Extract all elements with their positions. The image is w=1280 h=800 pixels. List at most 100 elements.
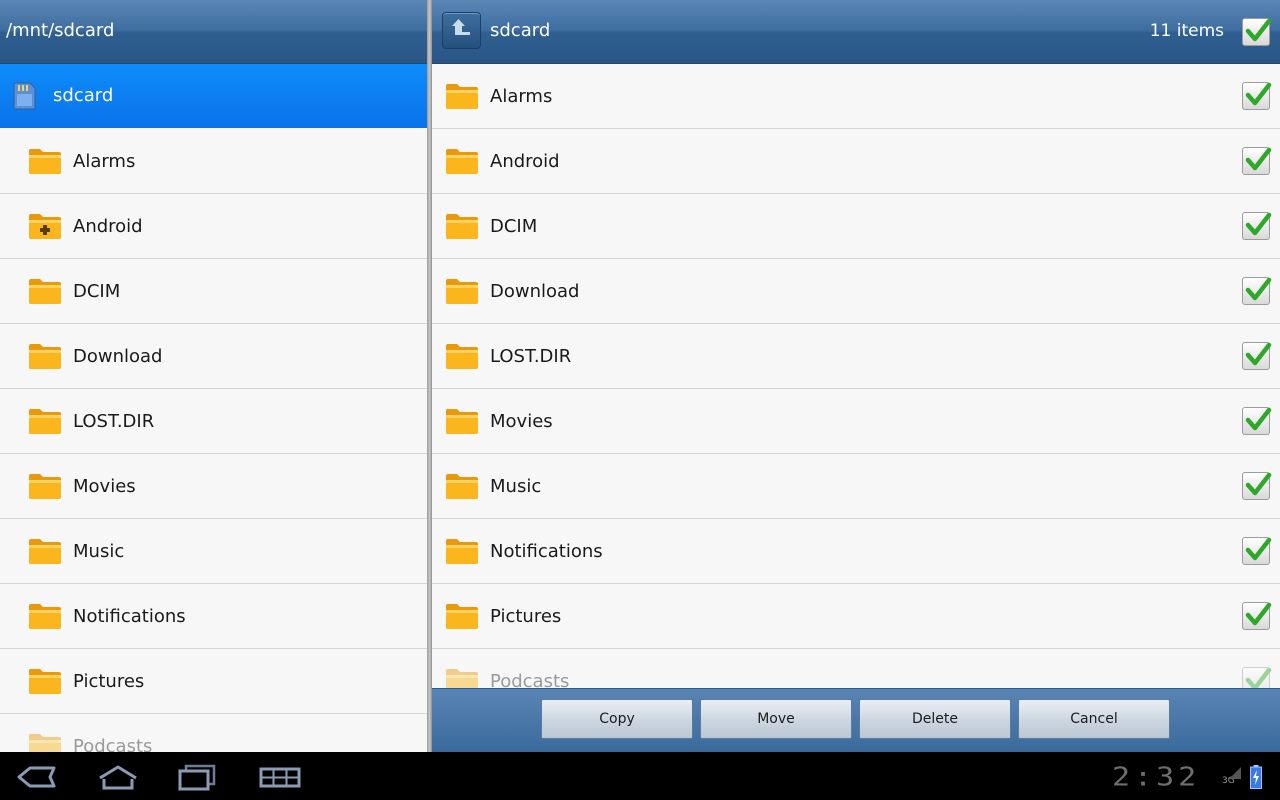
item-checkbox[interactable] bbox=[1242, 407, 1272, 435]
item-checkbox[interactable] bbox=[1242, 472, 1272, 500]
tree-item-label: Music bbox=[73, 541, 125, 562]
tree-item-label: Alarms bbox=[73, 151, 136, 172]
tree-root-label: sdcard bbox=[53, 85, 114, 106]
folder-icon bbox=[446, 604, 478, 629]
folder-icon bbox=[29, 149, 61, 174]
up-arrow-icon bbox=[452, 19, 470, 35]
list-item-pictures[interactable]: Pictures bbox=[432, 584, 1280, 649]
list-item-label: Music bbox=[490, 476, 542, 497]
checkmark-icon bbox=[1245, 472, 1272, 496]
tree-item-lost-dir[interactable]: LOST.DIR bbox=[0, 389, 427, 454]
tree-item-label: Download bbox=[73, 346, 163, 367]
select-all-checkbox[interactable] bbox=[1242, 18, 1272, 46]
checkmark-icon bbox=[1245, 212, 1272, 236]
item-checkbox[interactable] bbox=[1242, 667, 1272, 688]
list-item-label: Alarms bbox=[490, 86, 553, 107]
item-checkbox[interactable] bbox=[1242, 537, 1272, 565]
tree-item-label: Movies bbox=[73, 476, 136, 497]
delete-button[interactable]: Delete bbox=[859, 699, 1011, 739]
item-checkbox[interactable] bbox=[1242, 277, 1272, 305]
action-bar: Copy Move Delete Cancel bbox=[432, 688, 1280, 752]
list-item-podcasts[interactable]: Podcasts bbox=[432, 649, 1280, 688]
system-bar: 2:32 3G bbox=[0, 752, 1280, 800]
folder-icon bbox=[29, 474, 61, 499]
folder-icon bbox=[446, 344, 478, 369]
list-item-label: Pictures bbox=[490, 606, 562, 627]
items-count: 11 items bbox=[1149, 21, 1224, 41]
list-item-label: LOST.DIR bbox=[490, 346, 572, 367]
file-list[interactable]: Alarms Android DCIM Download LOST.DIR Movies M… bbox=[432, 64, 1280, 688]
folder-icon bbox=[446, 149, 478, 174]
list-item-android[interactable]: Android bbox=[432, 129, 1280, 194]
item-checkbox[interactable] bbox=[1242, 147, 1272, 175]
copy-button[interactable]: Copy bbox=[541, 699, 693, 739]
tree-item-podcasts[interactable]: Podcasts bbox=[0, 714, 427, 752]
tree-item-label: Notifications bbox=[73, 606, 186, 627]
folder-icon bbox=[29, 669, 61, 694]
checkmark-icon bbox=[1245, 147, 1272, 171]
tree-item-notifications[interactable]: Notifications bbox=[0, 584, 427, 649]
item-checkbox[interactable] bbox=[1242, 342, 1272, 370]
list-item-label: Movies bbox=[490, 411, 553, 432]
list-item-alarms[interactable]: Alarms bbox=[432, 64, 1280, 129]
home-icon[interactable] bbox=[96, 762, 140, 792]
move-button[interactable]: Move bbox=[700, 699, 852, 739]
current-folder-name: sdcard bbox=[490, 20, 551, 41]
tree-item-sdcard[interactable]: sdcard bbox=[0, 64, 427, 128]
checkmark-icon bbox=[1245, 82, 1272, 106]
list-item-label: DCIM bbox=[490, 216, 538, 237]
tree-item-android[interactable]: Android bbox=[0, 194, 427, 259]
folder-icon bbox=[29, 734, 61, 752]
checkmark-icon bbox=[1245, 407, 1272, 431]
tree-item-label: LOST.DIR bbox=[73, 411, 155, 432]
file-manager-app: /mnt/sdcard sdcard Alarms Android DCIM Down… bbox=[0, 0, 1280, 752]
folder-icon bbox=[446, 669, 478, 688]
folder-plus-icon bbox=[29, 214, 61, 239]
checkmark-icon bbox=[1245, 602, 1272, 626]
sd-card-icon bbox=[13, 82, 36, 110]
checkmark-icon bbox=[1245, 537, 1272, 561]
list-item-dcim[interactable]: DCIM bbox=[432, 194, 1280, 259]
folder-icon bbox=[446, 214, 478, 239]
tree-item-music[interactable]: Music bbox=[0, 519, 427, 584]
item-checkbox[interactable] bbox=[1242, 82, 1272, 110]
tree-item-movies[interactable]: Movies bbox=[0, 454, 427, 519]
battery-charging-icon bbox=[1250, 765, 1262, 789]
list-item-download[interactable]: Download bbox=[432, 259, 1280, 324]
list-item-label: Android bbox=[490, 151, 560, 172]
tree-item-label: DCIM bbox=[73, 281, 121, 302]
list-item-label: Download bbox=[490, 281, 580, 302]
list-item-lost-dir[interactable]: LOST.DIR bbox=[432, 324, 1280, 389]
clock[interactable]: 2:32 bbox=[1112, 763, 1200, 793]
item-checkbox[interactable] bbox=[1242, 212, 1272, 240]
folder-icon bbox=[29, 344, 61, 369]
folder-icon bbox=[29, 604, 61, 629]
tree-item-label: Android bbox=[73, 216, 143, 237]
current-path: /mnt/sdcard bbox=[6, 20, 115, 41]
folder-icon bbox=[446, 539, 478, 564]
checkmark-icon bbox=[1245, 342, 1272, 366]
folder-icon bbox=[29, 539, 61, 564]
tree-header: /mnt/sdcard bbox=[0, 0, 427, 64]
tree-item-dcim[interactable]: DCIM bbox=[0, 259, 427, 324]
cancel-button[interactable]: Cancel bbox=[1018, 699, 1170, 739]
folder-tree-pane: /mnt/sdcard sdcard Alarms Android DCIM Down… bbox=[0, 0, 427, 752]
list-item-music[interactable]: Music bbox=[432, 454, 1280, 519]
folder-icon bbox=[446, 474, 478, 499]
tree-item-download[interactable]: Download bbox=[0, 324, 427, 389]
list-item-movies[interactable]: Movies bbox=[432, 389, 1280, 454]
back-icon[interactable] bbox=[16, 762, 58, 792]
list-item-notifications[interactable]: Notifications bbox=[432, 519, 1280, 584]
recent-apps-icon[interactable] bbox=[176, 762, 218, 792]
file-list-pane: sdcard 11 items Alarms Android DCIM Downloa… bbox=[432, 0, 1280, 752]
list-item-label: Podcasts bbox=[490, 671, 570, 688]
menu-icon[interactable] bbox=[258, 762, 302, 792]
signal-icon bbox=[1229, 767, 1241, 779]
folder-icon bbox=[446, 409, 478, 434]
item-checkbox[interactable] bbox=[1242, 602, 1272, 630]
tree-item-alarms[interactable]: Alarms bbox=[0, 129, 427, 194]
checkmark-icon bbox=[1245, 18, 1272, 42]
folder-icon bbox=[29, 409, 61, 434]
tree-item-pictures[interactable]: Pictures bbox=[0, 649, 427, 714]
up-folder-button[interactable] bbox=[442, 12, 481, 49]
